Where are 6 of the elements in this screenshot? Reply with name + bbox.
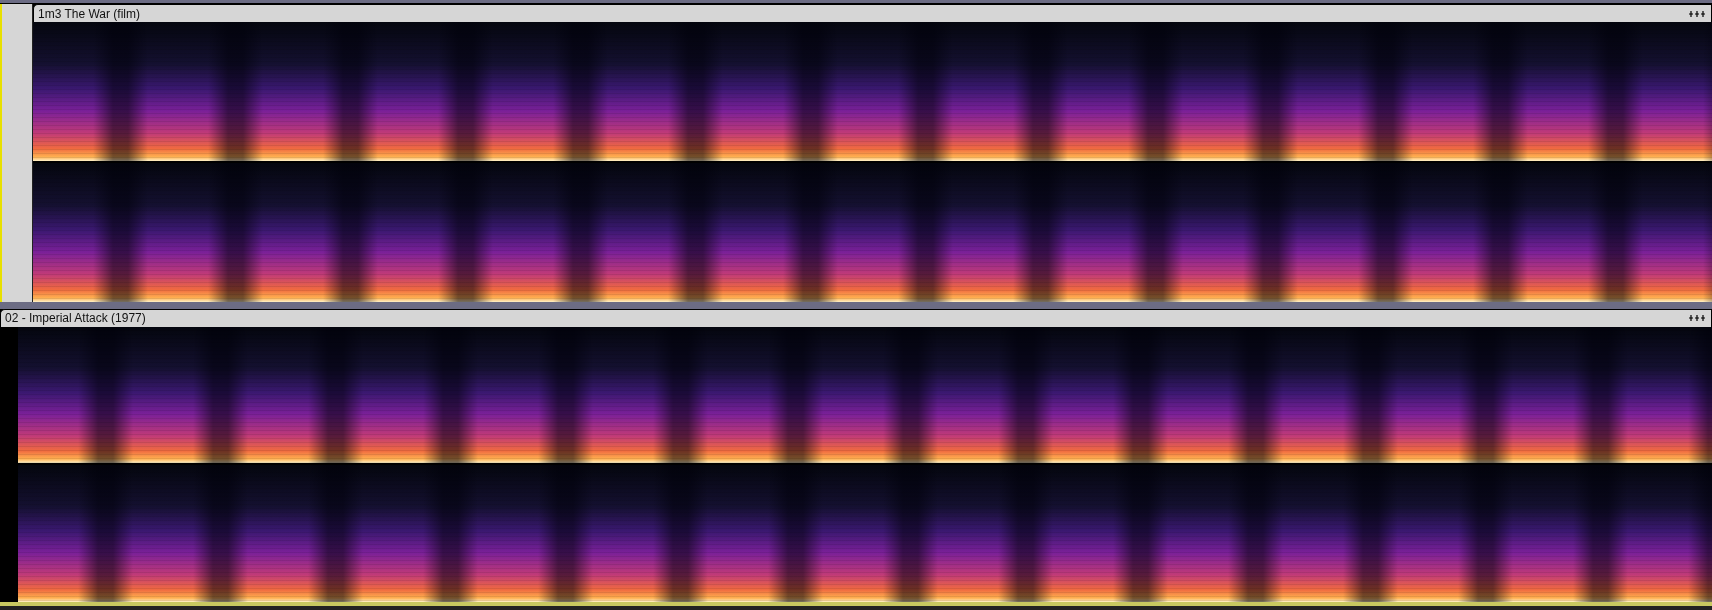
clip-name: 02 - Imperial Attack (1977): [5, 311, 146, 325]
clip-header[interactable]: 1m3 The War (film): [33, 4, 1712, 22]
clip-header[interactable]: 02 - Imperial Attack (1977): [0, 308, 1712, 327]
menu-icon[interactable]: [1689, 315, 1705, 321]
menu-icon[interactable]: [1689, 10, 1705, 17]
clip-name: 1m3 The War (film): [38, 6, 140, 21]
